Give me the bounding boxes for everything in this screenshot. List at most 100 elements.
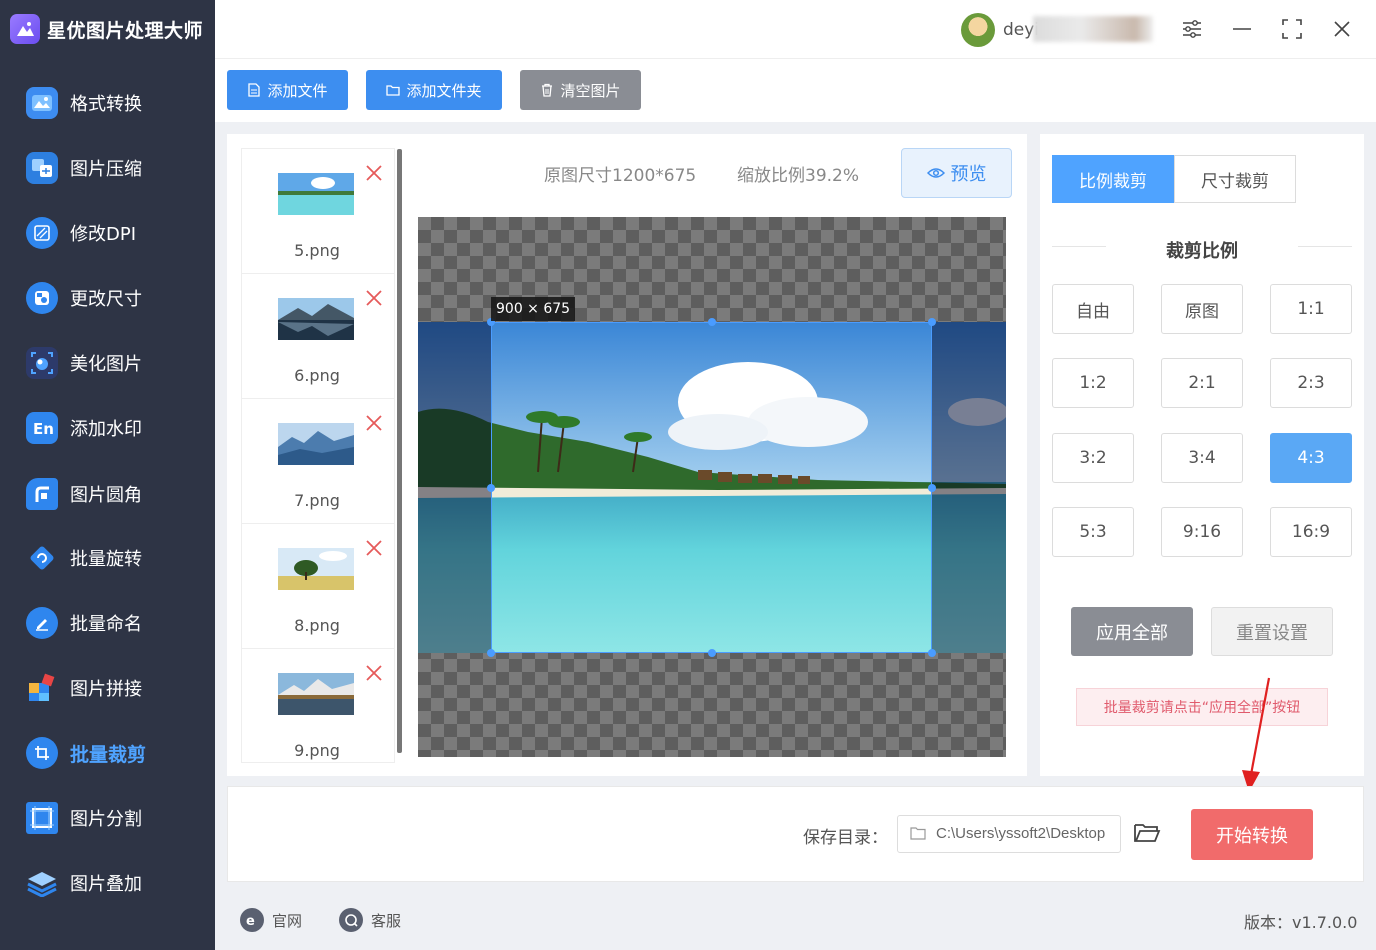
sidebar-item-label: 批量命名 [70, 614, 142, 635]
rotate-icon [26, 542, 58, 574]
list-item[interactable]: 7.png [242, 399, 394, 524]
crop-handle-right[interactable] [928, 484, 936, 492]
sidebar-item-puzzle[interactable]: 图片拼接 [26, 668, 142, 708]
tab-ratio-crop[interactable]: 比例裁剪 [1052, 155, 1174, 203]
add-folder-label: 添加文件夹 [406, 81, 482, 100]
sidebar-item-resize[interactable]: 更改尺寸 [26, 278, 142, 318]
sidebar-item-dpi[interactable]: 修改DPI [26, 213, 136, 253]
sidebar-item-crop[interactable]: 批量裁剪 [26, 733, 146, 773]
avatar[interactable] [961, 13, 995, 47]
sidebar-item-label: 更改尺寸 [70, 289, 142, 310]
start-convert-button[interactable]: 开始转换 [1191, 809, 1313, 860]
apply-all-button[interactable]: 应用全部 [1071, 607, 1193, 656]
puzzle-icon [26, 672, 58, 704]
sidebar-item-watermark[interactable]: En 添加水印 [26, 408, 142, 448]
sidebar-item-label: 美化图片 [70, 354, 142, 375]
crop-canvas[interactable]: 900 × 675 [418, 217, 1006, 757]
ratio-button[interactable]: 5:3 [1052, 507, 1134, 557]
settings-sliders-icon[interactable] [1179, 16, 1205, 42]
open-folder-icon[interactable] [1133, 821, 1161, 845]
trash-icon [542, 83, 553, 97]
svg-text:e: e [246, 914, 255, 927]
sidebar-item-rounded-corner[interactable]: 图片圆角 [26, 474, 142, 514]
sidebar-item-label: 批量裁剪 [70, 743, 147, 766]
ratio-button[interactable]: 16:9 [1270, 507, 1352, 557]
save-path-input[interactable]: C:\Users\yssoft2\Desktop [897, 815, 1121, 853]
file-icon [248, 83, 261, 97]
tab-size-crop[interactable]: 尺寸裁剪 [1174, 155, 1296, 203]
ratio-button[interactable]: 9:16 [1161, 507, 1243, 557]
add-file-label: 添加文件 [267, 81, 328, 100]
crop-selection-box[interactable] [491, 322, 932, 653]
list-item[interactable]: 9.png [242, 649, 394, 762]
sidebar-item-label: 批量旋转 [70, 549, 142, 570]
minimize-icon[interactable] [1229, 16, 1255, 42]
thumbnail-beach [278, 173, 354, 215]
add-folder-button[interactable]: 添加文件夹 [366, 70, 502, 110]
clear-images-button[interactable]: 清空图片 [520, 70, 641, 110]
ratio-button[interactable]: 2:3 [1270, 358, 1352, 408]
rename-icon [26, 607, 58, 639]
crop-handle-bottom-right[interactable] [928, 649, 936, 657]
ratio-button[interactable]: 3:4 [1161, 433, 1243, 483]
ratio-button[interactable]: 1:1 [1270, 284, 1352, 334]
app-logo-icon [10, 14, 40, 44]
ratio-button[interactable]: 原图 [1161, 284, 1243, 334]
sidebar-item-rotate[interactable]: 批量旋转 [26, 538, 142, 578]
rounded-corner-icon [26, 478, 58, 510]
sidebar-item-format-convert[interactable]: 格式转换 [26, 83, 142, 123]
list-item[interactable]: 5.png [242, 149, 394, 274]
delete-icon[interactable] [364, 163, 384, 183]
sidebar-item-beautify[interactable]: 美化图片 [26, 343, 142, 383]
crop-handle-bottom[interactable] [708, 649, 716, 657]
preview-button[interactable]: 预览 [901, 148, 1012, 198]
sidebar-item-label: 图片压缩 [70, 159, 142, 180]
website-link[interactable]: e 官网 [240, 908, 302, 932]
delete-icon[interactable] [364, 663, 384, 683]
toolbar: 添加文件 添加文件夹 清空图片 [215, 58, 1376, 122]
sidebar-item-split[interactable]: 图片分割 [26, 798, 142, 838]
brand: 星优图片处理大师 [0, 0, 215, 58]
ratio-button[interactable]: 3:2 [1052, 433, 1134, 483]
ratio-button[interactable]: 自由 [1052, 284, 1134, 334]
image-convert-icon [26, 87, 58, 119]
watermark-icon: En [26, 412, 58, 444]
file-list[interactable]: 5.png 6.png 7.png 8.png 9.png [241, 148, 395, 763]
thumbnail-tree-field [278, 548, 354, 590]
beautify-icon [26, 347, 58, 379]
ie-browser-icon: e [240, 908, 264, 932]
sidebar-item-label: 格式转换 [70, 94, 142, 115]
delete-icon[interactable] [364, 538, 384, 558]
delete-icon[interactable] [364, 288, 384, 308]
crop-handle-bottom-left[interactable] [487, 649, 495, 657]
reset-settings-button[interactable]: 重置设置 [1211, 607, 1333, 656]
sidebar-item-rename[interactable]: 批量命名 [26, 603, 142, 643]
sidebar-item-compress[interactable]: 图片压缩 [26, 148, 142, 188]
zoom-ratio-text: 缩放比例39.2% [737, 166, 860, 186]
crop-handle-top[interactable] [708, 318, 716, 326]
ratio-button-selected[interactable]: 4:3 [1270, 433, 1352, 483]
sidebar-item-layers[interactable]: 图片叠加 [26, 863, 142, 903]
list-item[interactable]: 6.png [242, 274, 394, 399]
close-icon[interactable] [1329, 16, 1355, 42]
crop-handle-left[interactable] [487, 484, 495, 492]
list-item[interactable]: 8.png [242, 524, 394, 649]
sidebar-item-label: 图片叠加 [70, 874, 142, 895]
ratio-button[interactable]: 1:2 [1052, 358, 1134, 408]
resize-icon [26, 282, 58, 314]
title-bar: deyi22. [215, 0, 1376, 58]
maximize-icon[interactable] [1279, 16, 1305, 42]
add-file-button[interactable]: 添加文件 [227, 70, 348, 110]
delete-icon[interactable] [364, 413, 384, 433]
preview-label: 预览 [950, 164, 987, 185]
file-name: 5.png [294, 241, 340, 260]
crop-handle-top-right[interactable] [928, 318, 936, 326]
ratio-button[interactable]: 2:1 [1161, 358, 1243, 408]
file-name: 9.png [294, 741, 340, 760]
thumbnail-blue-mountains [278, 423, 354, 465]
support-link[interactable]: 客服 [339, 908, 401, 932]
sidebar-item-label: 添加水印 [70, 419, 142, 440]
version-text: 版本：v1.7.0.0 [1244, 913, 1358, 932]
file-list-scrollbar[interactable] [397, 149, 402, 753]
support-label: 客服 [371, 911, 402, 930]
